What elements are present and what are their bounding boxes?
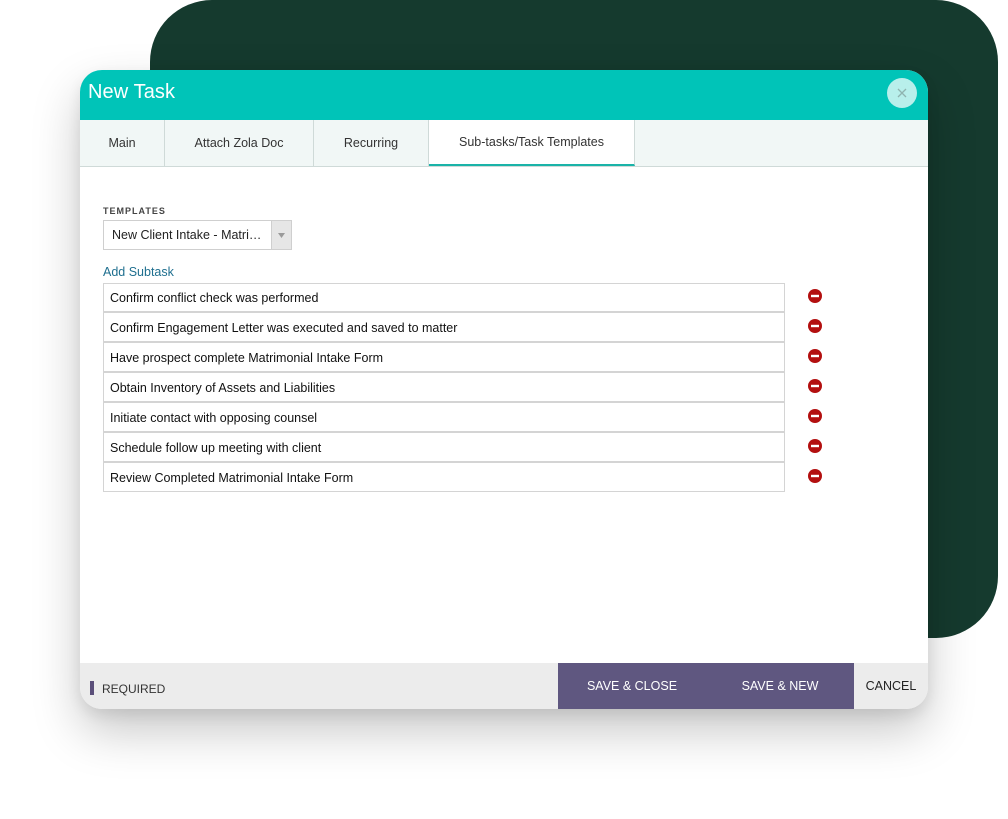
remove-circle-icon[interactable] xyxy=(808,379,822,393)
subtask-input[interactable]: Confirm Engagement Letter was executed a… xyxy=(103,312,785,342)
tab-main[interactable]: Main xyxy=(80,120,165,166)
subtask-input[interactable]: Schedule follow up meeting with client xyxy=(103,432,785,462)
remove-circle-icon[interactable] xyxy=(808,439,822,453)
templates-label: TEMPLATES xyxy=(103,206,166,216)
tab-label: Recurring xyxy=(343,136,399,150)
select-arrow[interactable] xyxy=(271,221,291,249)
save-close-button[interactable]: SAVE & CLOSE xyxy=(558,663,707,709)
required-label: REQUIRED xyxy=(102,682,166,696)
close-button[interactable] xyxy=(887,78,917,108)
templates-select-value: New Client Intake - Matrimonial xyxy=(112,228,266,242)
new-task-dialog: New Task Main Attach Zola Doc Recurring … xyxy=(80,70,928,709)
required-indicator xyxy=(90,681,94,695)
subtask-row: Confirm conflict check was performed xyxy=(103,283,843,313)
subtask-row: Initiate contact with opposing counsel xyxy=(103,402,843,433)
remove-circle-icon[interactable] xyxy=(808,349,822,363)
templates-select[interactable]: New Client Intake - Matrimonial xyxy=(103,220,292,250)
subtask-row: Schedule follow up meeting with client xyxy=(103,432,843,463)
remove-circle-icon[interactable] xyxy=(808,289,822,303)
dialog-header: New Task xyxy=(80,70,928,120)
tab-label: Sub-tasks/Task Templates xyxy=(459,135,604,149)
subtask-input[interactable]: Have prospect complete Matrimonial Intak… xyxy=(103,342,785,372)
remove-circle-icon[interactable] xyxy=(808,409,822,423)
dialog-title: New Task xyxy=(88,81,176,103)
subtask-list: Confirm conflict check was performed Con… xyxy=(103,283,843,493)
tab-label: Main xyxy=(108,136,136,150)
remove-circle-icon[interactable] xyxy=(808,469,822,483)
subtask-input[interactable]: Obtain Inventory of Assets and Liabiliti… xyxy=(103,372,785,402)
tab-bar: Main Attach Zola Doc Recurring Sub-tasks… xyxy=(80,120,928,167)
save-new-button[interactable]: SAVE & NEW xyxy=(706,663,854,709)
subtask-row: Have prospect complete Matrimonial Intak… xyxy=(103,342,843,373)
dialog-footer: REQUIRED SAVE & CLOSE SAVE & NEW CANCEL xyxy=(80,663,928,709)
subtask-input[interactable]: Review Completed Matrimonial Intake Form xyxy=(103,462,785,492)
remove-circle-icon[interactable] xyxy=(808,319,822,333)
close-icon xyxy=(897,88,907,98)
cancel-label: CANCEL xyxy=(865,679,917,693)
save-close-label: SAVE & CLOSE xyxy=(586,679,678,693)
add-subtask-link[interactable]: Add Subtask xyxy=(103,265,174,279)
tab-recurring[interactable]: Recurring xyxy=(314,120,429,166)
subtask-row: Review Completed Matrimonial Intake Form xyxy=(103,462,843,493)
save-new-label: SAVE & NEW xyxy=(741,679,819,693)
cancel-button[interactable]: CANCEL xyxy=(854,663,928,709)
tab-subtasks-templates[interactable]: Sub-tasks/Task Templates xyxy=(429,120,635,166)
subtask-input[interactable]: Initiate contact with opposing counsel xyxy=(103,402,785,432)
subtask-input[interactable]: Confirm conflict check was performed xyxy=(103,283,785,312)
subtask-row: Confirm Engagement Letter was executed a… xyxy=(103,312,843,343)
subtask-row: Obtain Inventory of Assets and Liabiliti… xyxy=(103,372,843,403)
tab-attach-zola-doc[interactable]: Attach Zola Doc xyxy=(165,120,314,166)
tab-label: Attach Zola Doc xyxy=(194,136,284,150)
triangle-down-icon xyxy=(278,232,285,238)
